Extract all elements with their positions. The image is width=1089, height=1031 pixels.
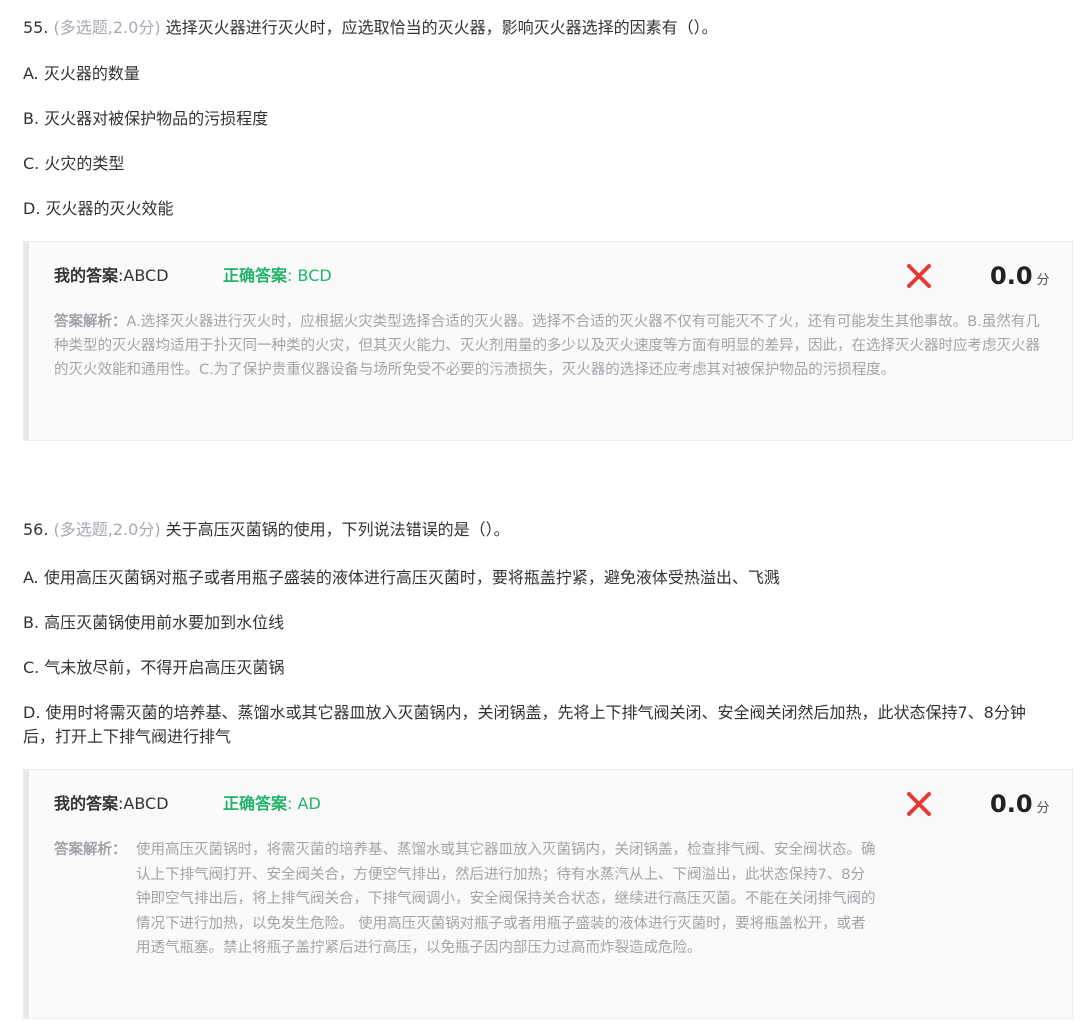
option-c: C. 气未放尽前，不得开启高压灭菌锅 xyxy=(23,658,285,677)
my-answer: 我的答案:ABCD xyxy=(54,264,169,288)
my-answer-value: :ABCD xyxy=(118,794,169,813)
score: 0.0 分 xyxy=(990,788,1050,820)
score-unit: 分 xyxy=(1036,801,1050,816)
answer-analysis: 答案解析：A.选择灭火器进行灭火时，应根据火灾类型选择合适的灭火器。选择不合适的… xyxy=(54,310,1049,382)
question-stem: 关于高压灭菌锅的使用，下列说法错误的是（）。 xyxy=(165,520,510,539)
answer-panel: 我的答案:ABCD 正确答案: BCD 0.0 分 答案解析：A.选择灭火器进行灭… xyxy=(23,241,1073,441)
score-value: 0.0 xyxy=(990,790,1033,818)
option-c: C. 火灾的类型 xyxy=(23,154,125,173)
question-title: 55. (多选题,2.0分) 选择灭火器进行灭火时，应选取恰当的灭火器，影响灭火… xyxy=(23,16,718,40)
analysis-text: 使用高压灭菌锅时，将需灭菌的培养基、蒸馏水或其它器皿放入灭菌锅内，关闭锅盖，检查… xyxy=(136,842,876,956)
question-title: 56. (多选题,2.0分) 关于高压灭菌锅的使用，下列说法错误的是（）。 xyxy=(23,518,510,542)
my-answer-value: :ABCD xyxy=(118,266,169,285)
question-number: 55. xyxy=(23,18,49,37)
analysis-label: 答案解析： xyxy=(54,314,127,330)
option-b: B. 高压灭菌锅使用前水要加到水位线 xyxy=(23,613,285,632)
option-d: D. 灭火器的灭火效能 xyxy=(23,199,174,218)
option-a: A. 使用高压灭菌锅对瓶子或者用瓶子盛装的液体进行高压灭菌时，要将瓶盖拧紧，避免… xyxy=(23,568,780,587)
score: 0.0 分 xyxy=(990,260,1050,292)
correct-answer-label: 正确答案 xyxy=(223,266,288,285)
question-type-meta: (多选题,2.0分) xyxy=(53,18,161,37)
correct-answer-value: : BCD xyxy=(287,266,332,285)
score-unit: 分 xyxy=(1036,273,1050,288)
answer-analysis: 答案解析： 使用高压灭菌锅时，将需灭菌的培养基、蒸馏水或其它器皿放入灭菌锅内，关… xyxy=(54,838,876,961)
answer-panel: 我的答案:ABCD 正确答案: AD 0.0 分 答案解析： 使用高压灭菌锅时，将… xyxy=(23,769,1073,1019)
correct-answer-label: 正确答案 xyxy=(223,794,288,813)
analysis-label: 答案解析： xyxy=(54,842,127,858)
my-answer-label: 我的答案 xyxy=(54,794,119,813)
my-answer-label: 我的答案 xyxy=(54,266,119,285)
question-number: 56. xyxy=(23,520,49,539)
cross-icon xyxy=(907,792,931,816)
analysis-text: A.选择灭火器进行灭火时，应根据火灾类型选择合适的灭火器。选择不合适的灭火器不仅… xyxy=(54,314,1040,378)
my-answer: 我的答案:ABCD xyxy=(54,792,169,816)
option-a: A. 灭火器的数量 xyxy=(23,64,140,83)
option-d: D. 使用时将需灭菌的培养基、蒸馏水或其它器皿放入灭菌锅内，关闭锅盖，先将上下排… xyxy=(23,703,1026,746)
correct-answer: 正确答案: AD xyxy=(223,792,321,816)
correct-answer-value: : AD xyxy=(287,794,321,813)
score-value: 0.0 xyxy=(990,262,1033,290)
question-stem: 选择灭火器进行灭火时，应选取恰当的灭火器，影响灭火器选择的因素有（）。 xyxy=(165,18,718,37)
option-b: B. 灭火器对被保护物品的污损程度 xyxy=(23,109,269,128)
question-type-meta: (多选题,2.0分) xyxy=(53,520,161,539)
correct-answer: 正确答案: BCD xyxy=(223,264,332,288)
cross-icon xyxy=(907,264,931,288)
